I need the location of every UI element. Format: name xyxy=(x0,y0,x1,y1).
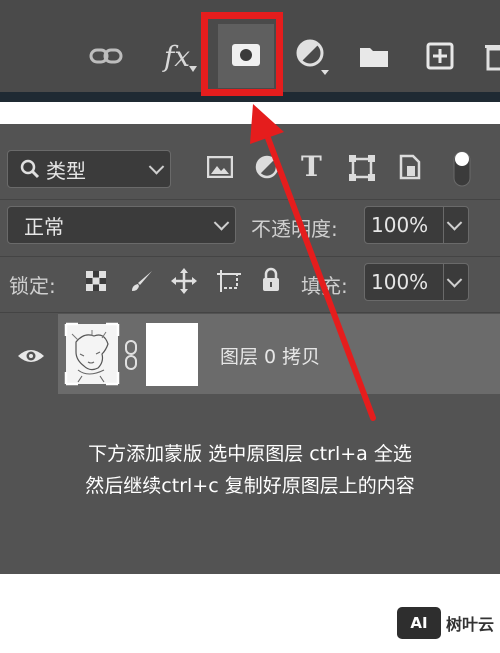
annotation-arrow xyxy=(250,104,376,421)
